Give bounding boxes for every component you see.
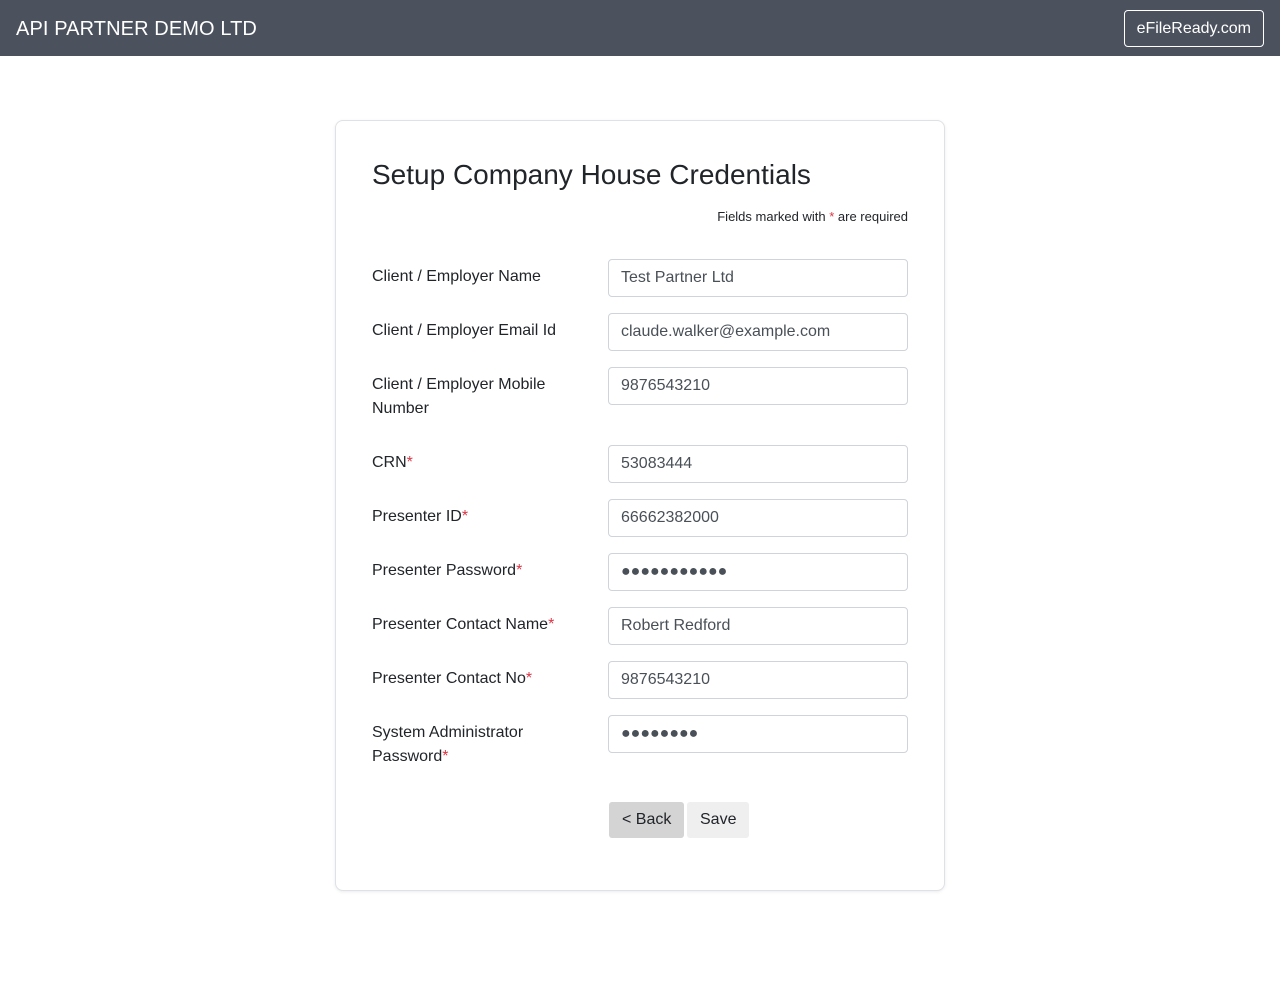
form-row-presenter-id: Presenter ID* [372, 499, 908, 537]
efileready-link-button[interactable]: eFileReady.com [1123, 10, 1264, 47]
form-row-presenter-password: Presenter Password* [372, 553, 908, 591]
required-marker: * [525, 670, 533, 687]
required-marker: * [548, 616, 555, 633]
presenter-contact-name-label-text: Presenter Contact Name [372, 616, 549, 633]
client-name-label-text: Client / Employer Name [372, 268, 541, 285]
save-button[interactable]: Save [687, 802, 750, 838]
form-row-presenter-contact-no: Presenter Contact No* [372, 661, 908, 699]
presenter-contact-name-label: Presenter Contact Name* [372, 613, 572, 637]
presenter-id-label-text: Presenter ID [372, 508, 462, 525]
crn-label: CRN* [372, 451, 572, 475]
required-fields-note: Fields marked with * are required [717, 208, 908, 226]
form-row-crn: CRN* [372, 445, 908, 483]
client-mobile-label: Client / Employer Mobile Number [372, 373, 572, 421]
brand-title[interactable]: API PARTNER DEMO LTD [16, 15, 257, 43]
form-row-presenter-contact-name: Presenter Contact Name* [372, 607, 908, 645]
presenter-contact-no-label-text: Presenter Contact No [372, 670, 526, 687]
client-email-input[interactable] [608, 313, 908, 351]
client-name-label: Client / Employer Name [372, 265, 572, 289]
crn-input[interactable] [608, 445, 908, 483]
required-marker: * [461, 508, 469, 525]
form-row-admin-password: System Administrator Password* [372, 715, 908, 765]
form-row-client-name: Client / Employer Name [372, 259, 908, 297]
required-marker: * [442, 748, 449, 765]
form-row-client-email: Client / Employer Email Id [372, 313, 908, 351]
form-row-client-mobile: Client / Employer Mobile Number [372, 367, 908, 417]
client-mobile-label-text: Client / Employer Mobile Number [372, 376, 546, 417]
presenter-contact-name-input[interactable] [608, 607, 908, 645]
back-button[interactable]: < Back [609, 802, 685, 838]
presenter-password-input[interactable] [608, 553, 908, 591]
required-marker: * [406, 454, 413, 471]
presenter-password-label: Presenter Password* [372, 559, 572, 583]
presenter-contact-no-label: Presenter Contact No* [372, 667, 572, 691]
presenter-id-input[interactable] [608, 499, 908, 537]
presenter-contact-no-input[interactable] [608, 661, 908, 699]
required-note-prefix: Fields marked with [717, 209, 830, 224]
client-mobile-input[interactable] [608, 367, 908, 405]
presenter-password-label-text: Presenter Password [372, 562, 517, 579]
client-email-label-text: Client / Employer Email Id [372, 322, 557, 339]
top-navbar: API PARTNER DEMO LTD eFileReady.com [0, 0, 1280, 56]
credentials-form-card: Setup Company House Credentials Fields m… [335, 120, 945, 891]
admin-password-input[interactable] [608, 715, 908, 753]
required-note-suffix: are required [834, 209, 908, 224]
crn-label-text: CRN [372, 454, 407, 471]
client-email-label: Client / Employer Email Id [372, 319, 572, 343]
presenter-id-label: Presenter ID* [372, 505, 572, 529]
page-title: Setup Company House Credentials [372, 159, 811, 190]
required-marker: * [516, 562, 523, 579]
admin-password-label: System Administrator Password* [372, 721, 572, 769]
client-name-input[interactable] [608, 259, 908, 297]
